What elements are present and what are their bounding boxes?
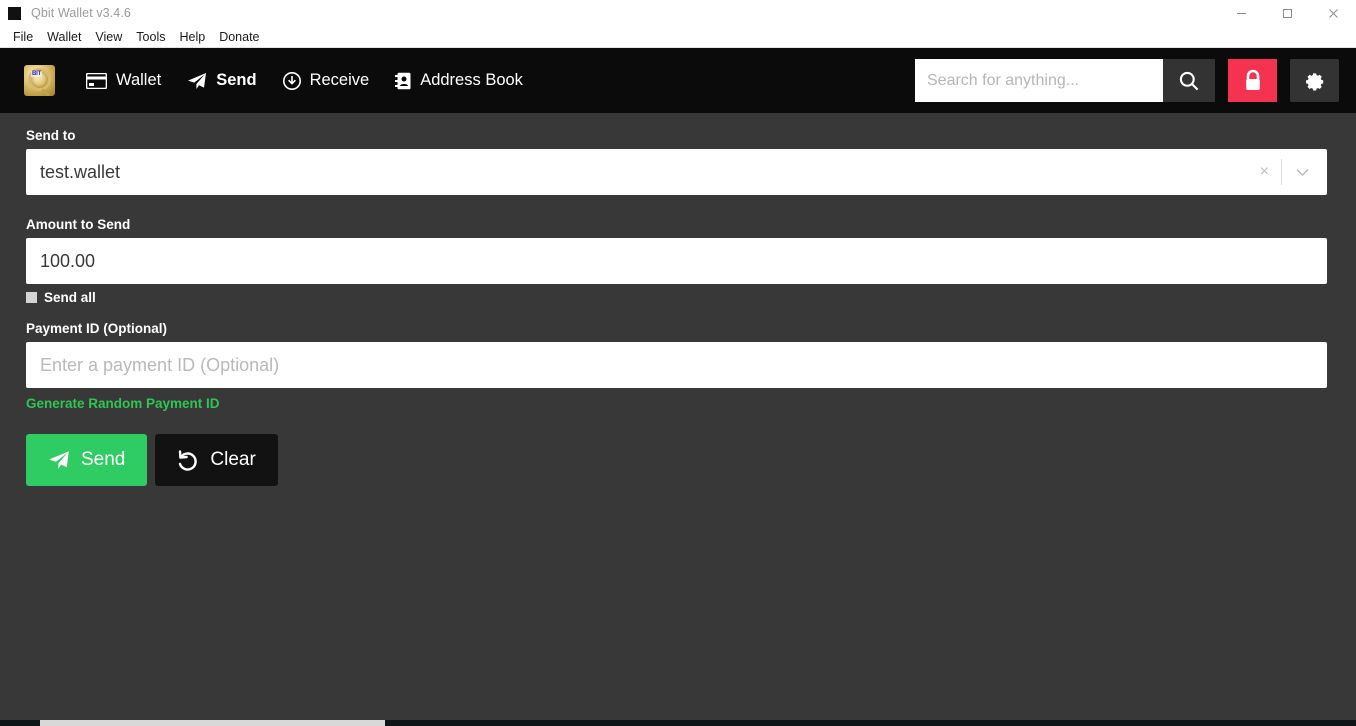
menu-item-wallet[interactable]: Wallet — [40, 27, 88, 47]
nav-item-address-book-label: Address Book — [420, 71, 523, 89]
payment-id-input[interactable] — [26, 342, 1327, 388]
card-icon — [86, 72, 107, 89]
window-controls — [1218, 0, 1356, 26]
title-bar: Qbit Wallet v3.4.6 — [0, 0, 1356, 26]
send-all-label: Send all — [44, 290, 96, 305]
window-title: Qbit Wallet v3.4.6 — [31, 6, 131, 20]
nav-item-receive-label: Receive — [309, 71, 370, 89]
amount-input[interactable] — [26, 238, 1327, 284]
horizontal-scrollbar[interactable] — [0, 720, 1356, 726]
menu-bar: File Wallet View Tools Help Donate — [0, 26, 1356, 48]
close-button[interactable] — [1310, 0, 1356, 26]
payment-id-group: Payment ID (Optional) Generate Random Pa… — [26, 321, 1327, 413]
app-logo-icon: BIT — [24, 65, 55, 96]
search-box — [915, 59, 1215, 102]
generate-random-payment-id-link[interactable]: Generate Random Payment ID — [26, 396, 220, 411]
send-button[interactable]: Send — [26, 434, 148, 486]
scrollbar-thumb[interactable] — [40, 720, 385, 726]
menu-item-tools[interactable]: Tools — [129, 27, 172, 47]
send-form: Send to × Amount to Send Send all — [0, 113, 1356, 720]
maximize-button[interactable] — [1264, 0, 1310, 26]
download-circle-icon — [282, 71, 301, 90]
amount-group: Amount to Send Send all — [26, 217, 1327, 305]
main-nav: Wallet Send Receive Address Book — [73, 65, 536, 96]
paper-plane-icon — [48, 450, 70, 470]
send-to-combo: × — [26, 149, 1327, 195]
logo-text: BIT — [31, 71, 43, 77]
minimize-button[interactable] — [1218, 0, 1264, 26]
send-to-label: Send to — [26, 128, 76, 143]
nav-item-send[interactable]: Send — [174, 65, 269, 96]
send-to-actions: × — [1248, 149, 1317, 195]
menu-item-donate[interactable]: Donate — [212, 27, 266, 47]
toolbar-actions — [915, 59, 1339, 102]
nav-item-wallet-label: Wallet — [116, 71, 162, 89]
send-all-checkbox[interactable] — [26, 292, 37, 303]
menu-item-help[interactable]: Help — [172, 27, 212, 47]
clear-recipient-icon[interactable]: × — [1248, 164, 1281, 180]
search-input[interactable] — [915, 59, 1163, 102]
send-to-input[interactable] — [26, 149, 1327, 195]
send-all-row: Send all — [26, 290, 1327, 305]
search-button[interactable] — [1163, 59, 1215, 102]
settings-button[interactable] — [1290, 59, 1339, 102]
clear-button-label: Clear — [210, 449, 256, 470]
menu-item-view[interactable]: View — [88, 27, 129, 47]
app-icon — [8, 6, 21, 20]
send-button-label: Send — [81, 449, 126, 470]
undo-icon — [177, 449, 199, 471]
paper-plane-icon — [187, 72, 207, 90]
nav-item-send-label: Send — [216, 71, 257, 89]
app-window: Qbit Wallet v3.4.6 File Wallet View Tool… — [0, 0, 1356, 726]
main-toolbar: BIT Wallet Send Receive Address Book Sea… — [0, 48, 1356, 113]
clear-button[interactable]: Clear — [155, 434, 278, 486]
nav-item-wallet[interactable]: Wallet — [73, 65, 174, 96]
nav-item-address-book[interactable]: Address Book — [382, 65, 536, 96]
address-book-icon — [395, 72, 411, 90]
payment-id-label: Payment ID (Optional) — [26, 321, 168, 336]
menu-item-file[interactable]: File — [6, 27, 40, 47]
form-actions: Send Clear — [26, 434, 1327, 486]
lock-wallet-button[interactable] — [1228, 59, 1277, 102]
amount-label: Amount to Send — [26, 217, 131, 232]
nav-item-receive[interactable]: Receive — [270, 65, 383, 96]
chevron-down-icon[interactable] — [1282, 168, 1317, 177]
send-to-group: Send to × — [26, 128, 1327, 195]
